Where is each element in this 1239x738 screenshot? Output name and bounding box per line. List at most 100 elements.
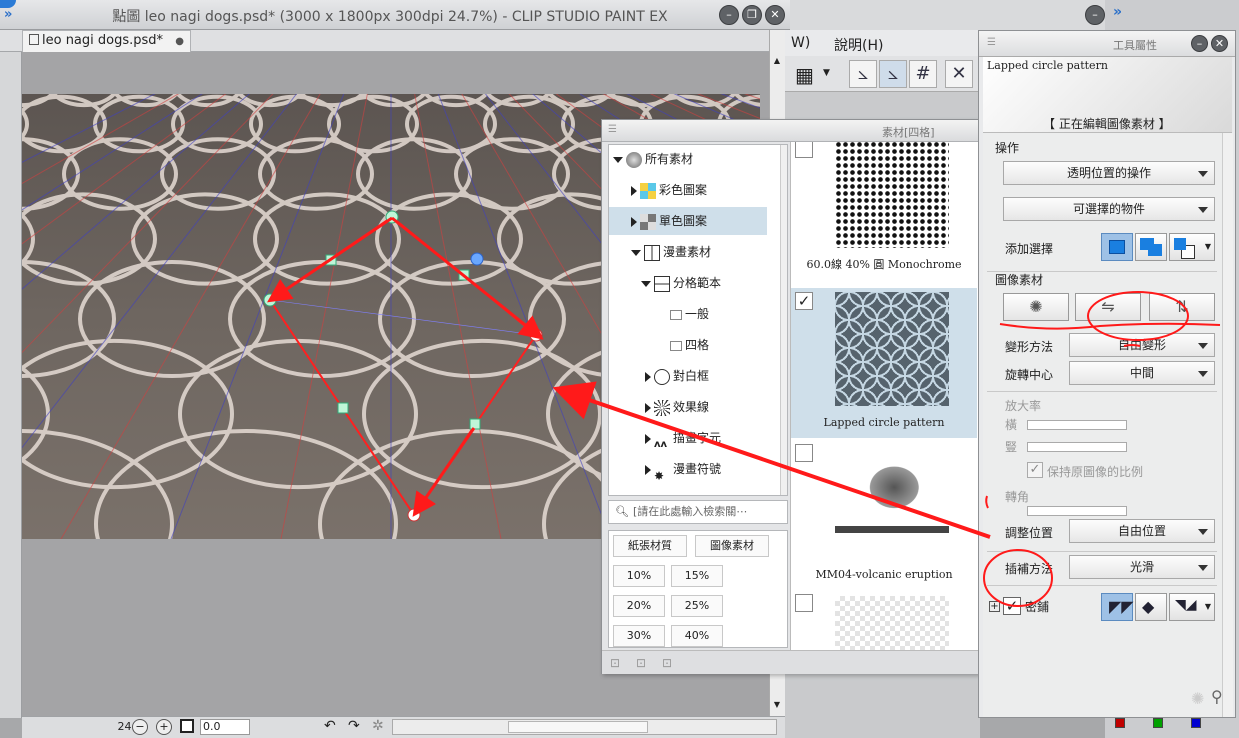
toggle-selection-button[interactable]: ▼ [1169, 233, 1215, 261]
rotate-handle[interactable] [470, 252, 484, 266]
tag-40[interactable]: 40% [671, 625, 723, 647]
tree-item-effect-lines[interactable]: 效果線 [609, 393, 769, 421]
delete-icon[interactable]: ⊡ [662, 656, 672, 670]
expand-icon[interactable] [645, 371, 651, 382]
expand-icon[interactable] [641, 280, 651, 287]
tree-item-color-pattern[interactable]: 彩色圖案 [609, 176, 769, 204]
transform-handle[interactable] [469, 418, 481, 430]
tag-header-image[interactable]: 圖像素材 [695, 535, 769, 557]
interpolation-dropdown[interactable]: 光滑 [1069, 555, 1215, 579]
material-checkbox[interactable] [795, 594, 813, 612]
tree-item-manga[interactable]: 漫畫素材 [609, 238, 769, 266]
material-item[interactable]: 60.0線 40% 圓 Monochrome [791, 142, 977, 271]
expand-icon[interactable] [631, 249, 641, 256]
tree-scrollbar[interactable] [780, 145, 787, 495]
tag-25[interactable]: 25% [671, 595, 723, 617]
rotate-center-dropdown[interactable]: 中間 [1069, 361, 1215, 385]
tag-30[interactable]: 30% [613, 625, 665, 647]
tile-pattern-button-2[interactable]: ◆ [1135, 593, 1167, 621]
tag-header-paper[interactable]: 紙張材質 [613, 535, 687, 557]
panel-close-button[interactable]: ✕ [1211, 35, 1228, 52]
expand-icon[interactable] [613, 156, 623, 163]
tag-15[interactable]: 15% [671, 565, 723, 587]
panel-minimize-button[interactable]: – [1085, 5, 1105, 25]
new-selection-button[interactable] [1101, 233, 1133, 261]
edit-icon[interactable]: ⊡ [636, 656, 646, 670]
tag-20[interactable]: 20% [613, 595, 665, 617]
expand-icon[interactable] [631, 216, 637, 227]
tree-item-mono-pattern[interactable]: 單色圖案 [609, 207, 767, 235]
adjust-position-dropdown[interactable]: 自由位置 [1069, 519, 1215, 543]
material-item[interactable] [791, 590, 977, 650]
tile-expand-icon[interactable]: + [989, 601, 1000, 612]
new-folder-icon[interactable]: ⊡ [610, 656, 620, 670]
corner-handle[interactable] [407, 508, 421, 522]
scroll-down-icon[interactable]: ▼ [771, 700, 783, 712]
material-checkbox[interactable] [795, 444, 813, 462]
menu-item-help[interactable]: 說明(H) [834, 35, 883, 55]
tree-item-drawn-chars[interactable]: ʌʌ 描畫字元 [609, 424, 769, 452]
color-swatch-red[interactable] [1115, 718, 1125, 728]
tag-10[interactable]: 10% [613, 565, 665, 587]
grid-dropdown-icon[interactable]: ▼ [823, 68, 830, 78]
expand-icon[interactable] [645, 464, 651, 475]
rotation-slider[interactable] [1027, 506, 1127, 516]
color-swatch-blue[interactable] [1191, 718, 1201, 728]
tool-property-scrollbar[interactable] [1222, 133, 1233, 717]
rotate-left-icon[interactable]: ↶ [324, 718, 336, 734]
wrench-icon[interactable]: ⚲ [1211, 687, 1223, 706]
expand-icon[interactable] [631, 185, 637, 196]
transparent-operation-dropdown[interactable]: 透明位置的操作 [1003, 161, 1215, 185]
transform-handle[interactable] [337, 402, 349, 414]
scale-horizontal-slider[interactable] [1027, 420, 1127, 430]
horizontal-scroll-thumb[interactable] [508, 721, 648, 733]
reset-rotate-icon[interactable]: ✲ [372, 718, 384, 734]
tree-item-speech-balloon[interactable]: 對白框 [609, 362, 769, 390]
grid-snap-button[interactable]: # [909, 60, 937, 88]
material-item-selected[interactable]: ✓ Lapped circle pattern [791, 288, 977, 438]
grid-icon[interactable]: ▦ [795, 63, 814, 87]
scroll-up-icon[interactable]: ▲ [771, 56, 783, 68]
transform-handle[interactable] [458, 269, 470, 281]
color-swatch-green[interactable] [1153, 718, 1163, 728]
material-checkbox[interactable] [795, 142, 813, 158]
tile-checkbox[interactable]: ✓ [1003, 597, 1021, 615]
rotate-right-icon[interactable]: ↷ [348, 718, 360, 734]
selectable-object-dropdown[interactable]: 可選擇的物件 [1003, 197, 1215, 221]
tree-item-manga-symbols[interactable]: ✸ 漫畫符號 [609, 455, 769, 483]
keep-ratio-checkbox[interactable]: ✓ [1027, 462, 1043, 478]
collapse-right-icon[interactable]: » [1113, 4, 1122, 20]
material-checkbox[interactable]: ✓ [795, 292, 813, 310]
reset-transform-button[interactable]: ✺ [1003, 293, 1069, 321]
panel-minimize-button[interactable]: – [1191, 35, 1208, 52]
flip-horizontal-button[interactable]: ⇋ [1075, 293, 1141, 321]
transform-mode-button[interactable]: ✕ [945, 60, 973, 88]
zoom-out-icon[interactable]: − [132, 719, 148, 735]
material-item[interactable]: MM04-volcanic eruption [791, 440, 977, 590]
tree-item-frame-template[interactable]: 分格範本 [609, 269, 769, 297]
transform-method-dropdown[interactable]: 自由變形 [1069, 333, 1215, 357]
tile-pattern-button-3[interactable]: ◥◢ ▼ [1169, 593, 1215, 621]
tree-item-all-materials[interactable]: 所有素材 [609, 145, 769, 173]
special-ruler-snap-button[interactable]: ⦣ [879, 60, 907, 88]
canvas-horizontal-scrollbar[interactable] [392, 719, 777, 735]
panel-menu-icon[interactable]: ☰ [608, 124, 617, 135]
angle-value[interactable]: 0.0 [200, 719, 250, 735]
menu-item-window[interactable]: W) [791, 35, 810, 51]
tree-item-four-panel[interactable]: 四格 [609, 331, 769, 359]
fit-icon[interactable] [180, 719, 194, 733]
scale-vertical-slider[interactable] [1027, 442, 1127, 452]
tree-item-general[interactable]: 一般 [609, 300, 769, 328]
panel-menu-icon[interactable]: ☰ [987, 37, 996, 48]
tool-property-header[interactable]: ☰ 工具屬性 – ✕ [979, 31, 1235, 57]
material-panel-header[interactable]: ☰ 素材[四格] [602, 120, 978, 142]
corner-handle[interactable] [529, 328, 543, 342]
transform-handle[interactable] [325, 254, 337, 266]
zoom-in-icon[interactable]: + [156, 719, 172, 735]
ruler-snap-button[interactable]: ⦣ [849, 60, 877, 88]
tile-pattern-button-1[interactable]: ◤◤ [1101, 593, 1134, 621]
material-search-input[interactable]: 🔍︎ [請在此處輸入檢索關⋯ [608, 500, 788, 524]
corner-handle[interactable] [263, 293, 277, 307]
add-selection-button[interactable] [1135, 233, 1167, 261]
corner-handle[interactable] [385, 210, 399, 224]
